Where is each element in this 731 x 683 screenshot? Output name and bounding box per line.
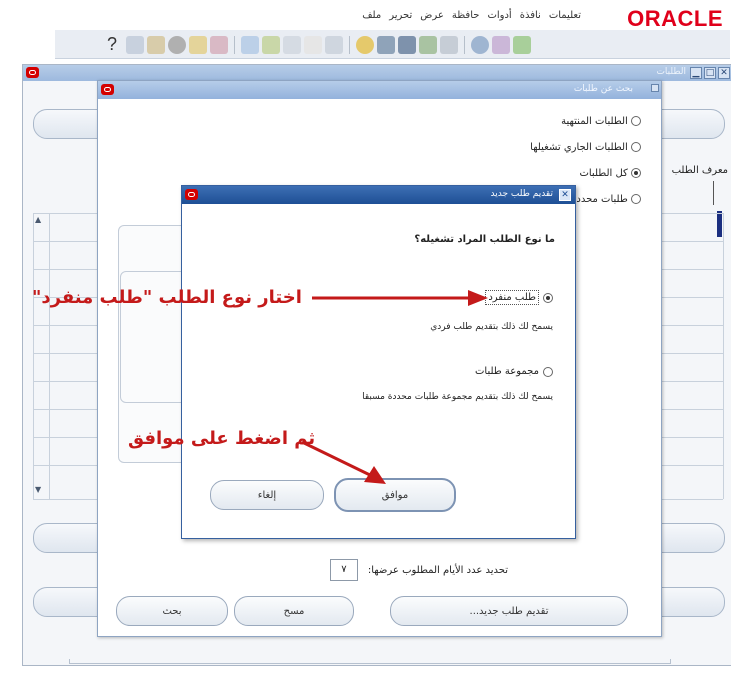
- table-col-line: [49, 213, 50, 499]
- menu-folder[interactable]: حافظة: [452, 10, 480, 21]
- clock-icon[interactable]: [471, 35, 490, 54]
- oracle-window-icon: [26, 67, 39, 78]
- menu-help[interactable]: تعليمات: [549, 10, 581, 21]
- translate-icon[interactable]: [241, 35, 260, 54]
- selected-row-marker: [717, 211, 722, 237]
- toolbar-separator: [464, 35, 466, 54]
- toolbar: ?: [55, 30, 730, 59]
- menu-tools[interactable]: أدوات: [487, 10, 511, 21]
- days-input[interactable]: ٧: [329, 559, 358, 581]
- menu-bar: ملف تحرير عرض حافظة أدوات نافذة تعليمات: [362, 10, 581, 21]
- help-icon[interactable]: ?: [107, 34, 117, 55]
- scroll-up-icon[interactable]: ▲: [35, 215, 41, 224]
- radio-request-set[interactable]: [543, 366, 553, 377]
- record-icon[interactable]: [168, 35, 187, 54]
- find-icon[interactable]: [356, 35, 375, 54]
- minimize-button[interactable]: ▁: [690, 67, 702, 79]
- option-specific-label: طلبات محددة: [571, 194, 628, 205]
- option-all-label: كل الطلبات: [579, 168, 628, 179]
- scroll-down-icon[interactable]: ▼: [35, 485, 41, 494]
- folder-icon[interactable]: [189, 35, 208, 54]
- requests-window-titlebar: الطلبات ▁ □ ✕: [23, 65, 731, 81]
- clear-button[interactable]: مسح: [234, 596, 354, 626]
- request-id-column-label: معرف الطلب: [671, 165, 728, 176]
- annotation-then-ok: ثم اضغط على موافق: [128, 428, 316, 449]
- option-single-request[interactable]: طلب منفرد: [485, 290, 553, 305]
- radio-single-request[interactable]: [543, 292, 553, 303]
- requests-window-title: الطلبات: [656, 67, 686, 77]
- tools-icon[interactable]: [492, 35, 511, 54]
- find-requests-title: بحث عن طلبات: [573, 84, 633, 94]
- submit-new-request-button[interactable]: تقديم طلب جديد...: [390, 596, 628, 626]
- table-left-border: [33, 213, 34, 499]
- clear-icon[interactable]: [262, 35, 281, 54]
- toolbar-separator: [234, 35, 236, 54]
- radio-specific[interactable]: [631, 194, 641, 204]
- oracle-window-icon: [101, 84, 114, 95]
- minimize-button[interactable]: [651, 84, 659, 92]
- option-all-requests[interactable]: كل الطلبات: [461, 161, 641, 187]
- radio-running[interactable]: [631, 142, 641, 152]
- new-icon[interactable]: [513, 35, 532, 54]
- oracle-window-icon: [185, 189, 198, 200]
- option-running-requests[interactable]: الطلبات الجاري تشغيلها: [461, 135, 641, 161]
- days-label: تحديد عدد الأيام المطلوب عرضها:: [367, 564, 508, 576]
- paste-icon[interactable]: [304, 35, 323, 54]
- days-row: تحديد عدد الأيام المطلوب عرضها: ٧: [208, 559, 508, 581]
- cut-icon[interactable]: [325, 35, 344, 54]
- request-type-question: ما نوع الطلب المراد تشغيله؟: [414, 234, 555, 245]
- copy-icon[interactable]: [283, 35, 302, 54]
- navigator-icon[interactable]: [398, 35, 417, 54]
- bottom-panel-line: [69, 659, 671, 664]
- find-requests-titlebar: بحث عن طلبات: [98, 81, 661, 99]
- single-request-description: يسمح لك ذلك بتقديم طلب فردي: [430, 322, 553, 332]
- menu-file[interactable]: ملف: [362, 10, 381, 21]
- toolbar-separator: [349, 35, 351, 54]
- menu-edit[interactable]: تحرير: [389, 10, 412, 21]
- menu-view[interactable]: عرض: [420, 10, 444, 21]
- print-icon[interactable]: [377, 35, 396, 54]
- save-icon[interactable]: [419, 35, 438, 54]
- attachment-icon[interactable]: [147, 35, 166, 54]
- edit-icon[interactable]: [210, 35, 229, 54]
- zoom-icon[interactable]: [126, 35, 145, 54]
- maximize-button[interactable]: □: [704, 67, 716, 79]
- radio-all[interactable]: [631, 168, 641, 178]
- annotation-arrow-2: [301, 440, 386, 484]
- single-request-label: طلب منفرد: [485, 290, 539, 305]
- find-button[interactable]: بحث: [116, 596, 228, 626]
- close-button[interactable]: ✕: [718, 67, 730, 79]
- submit-request-titlebar: تقديم طلب جديد ✕: [182, 186, 575, 204]
- option-request-set[interactable]: مجموعة طلبات: [475, 366, 553, 377]
- radio-finished[interactable]: [631, 116, 641, 126]
- option-finished-label: الطلبات المنتهية: [561, 116, 628, 127]
- close-icon[interactable]: ✕: [559, 189, 571, 201]
- option-finished-requests[interactable]: الطلبات المنتهية: [461, 109, 641, 135]
- submit-request-title: تقديم طلب جديد: [490, 189, 554, 199]
- table-right-border: [723, 213, 724, 499]
- request-set-label: مجموعة طلبات: [474, 366, 539, 377]
- menu-window[interactable]: نافذة: [520, 10, 541, 21]
- annotation-arrow-1: [312, 290, 488, 306]
- oracle-logo: ORACLE: [627, 6, 723, 31]
- option-running-label: الطلبات الجاري تشغيلها: [530, 142, 628, 153]
- request-set-description: يسمح لك ذلك بتقديم مجموعة طلبات محددة مس…: [362, 392, 553, 402]
- annotation-choose-type: اختار نوع الطلب "طلب منفرد": [32, 287, 302, 308]
- column-divider: [713, 181, 714, 205]
- refresh-icon[interactable]: [440, 35, 459, 54]
